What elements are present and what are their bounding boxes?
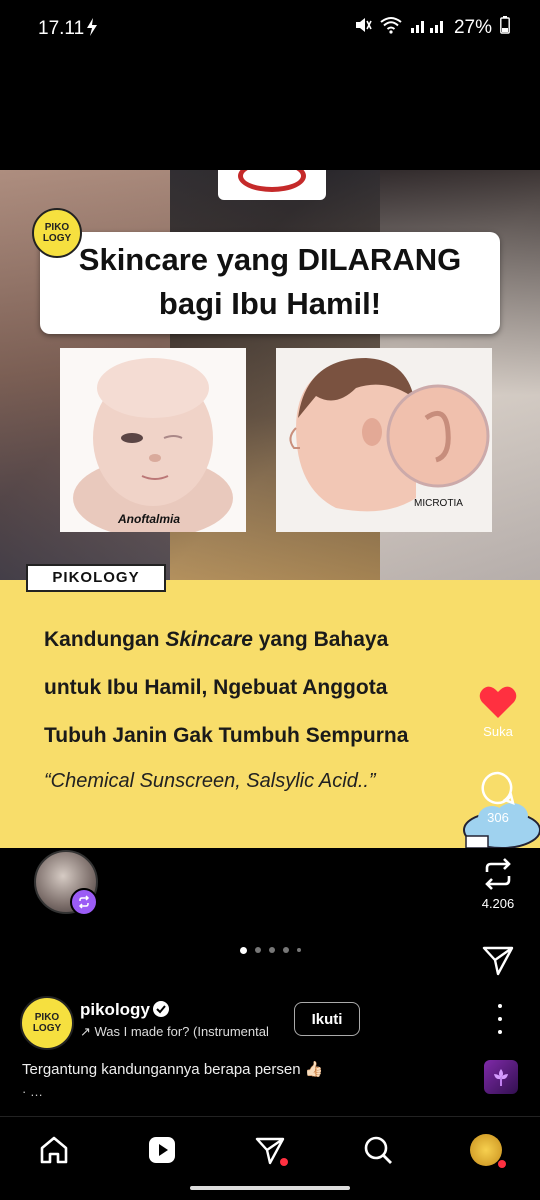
battery-percent: 27% <box>453 17 492 38</box>
image-headline-line2: bagi Ibu Hamil! <box>158 286 382 321</box>
nav-profile[interactable] <box>466 1130 506 1170</box>
mute-icon <box>354 16 372 40</box>
like-action[interactable]: Suka <box>476 680 520 739</box>
nav-direct[interactable] <box>250 1130 290 1170</box>
nav-home[interactable] <box>34 1130 74 1170</box>
title-line-2: untuk Ibu Hamil, Ngebuat Anggota <box>44 676 388 699</box>
more-options-icon[interactable] <box>486 1004 514 1034</box>
baby-face-illustration <box>60 348 246 532</box>
title-line-3: Tubuh Janin Gak Tumbuh Sempurna <box>44 724 409 747</box>
author-avatar[interactable]: PIKO LOGY <box>20 996 74 1050</box>
reels-icon <box>149 1137 175 1163</box>
nav-search[interactable] <box>358 1130 398 1170</box>
carousel-dot <box>282 947 289 953</box>
follow-button[interactable]: Ikuti <box>294 1002 360 1036</box>
title-line-1: Kandungan Skincare yang Bahaya <box>44 628 388 652</box>
status-icons: 27% <box>354 16 510 40</box>
post-caption[interactable]: Tergantung kandungannya berapa persen 👍🏻 <box>22 1060 323 1078</box>
nav-divider <box>0 1116 540 1117</box>
repost-badge-icon <box>70 888 98 916</box>
title-line-1-part-c: yang Bahaya <box>252 628 389 651</box>
gesture-home-bar[interactable] <box>190 1186 350 1190</box>
carousel-dot <box>268 947 275 953</box>
title-line-1-part-a: Kandungan <box>44 628 166 651</box>
title-quote: “Chemical Sunscreen, Salsylic Acid..” <box>44 770 376 792</box>
repost-action[interactable]: 4.206 <box>476 852 520 911</box>
battery-icon <box>500 16 510 40</box>
home-icon <box>40 1136 68 1164</box>
comment-icon[interactable] <box>476 766 520 810</box>
like-label: Suka <box>483 724 513 739</box>
prohibited-sign <box>218 170 326 200</box>
author-username[interactable]: pikology <box>80 1000 150 1020</box>
notification-dot <box>280 1158 288 1166</box>
carousel-dot <box>296 948 301 952</box>
profile-avatar <box>470 1134 502 1166</box>
bottom-navigation <box>0 1120 540 1180</box>
carousel-dot <box>239 946 247 954</box>
comment-count: 306 <box>487 810 509 825</box>
pic2-caption: MICROTIA <box>414 498 463 509</box>
charging-icon <box>86 18 98 42</box>
verified-badge-icon <box>152 1000 170 1018</box>
post-text-panel: Kandungan Skincare yang Bahaya untuk Ibu… <box>0 580 540 848</box>
repost-count: 4.206 <box>481 896 515 911</box>
carousel-indicator <box>0 942 540 958</box>
pic1-caption: Anoftalmia <box>118 512 181 526</box>
image-headline: Skincare yang DILARANG bagi Ibu Hamil! <box>40 232 500 334</box>
image-headline-line1: Skincare yang DILARANG <box>78 242 462 277</box>
nav-reels[interactable] <box>142 1130 182 1170</box>
heart-icon[interactable] <box>476 680 520 724</box>
music-thumbnail[interactable] <box>484 1060 518 1094</box>
repost-icon[interactable] <box>476 852 520 896</box>
anoftalmia-image: Anoftalmia <box>60 348 246 532</box>
audio-track[interactable]: ↗ Was I made for? (Instrumental <box>80 1024 280 1040</box>
caption-more[interactable]: · … <box>22 1084 43 1099</box>
pikology-brand-bar: PIKOLOGY <box>26 564 166 592</box>
flower-icon <box>494 1069 508 1086</box>
notification-dot <box>498 1160 506 1168</box>
post-media[interactable]: Skincare yang DILARANG bagi Ibu Hamil! P… <box>0 170 540 848</box>
title-line-1-part-b: Skincare <box>165 628 253 651</box>
comment-action[interactable]: 306 <box>476 766 520 825</box>
status-time: 17.11 <box>38 18 85 39</box>
signal-icon <box>410 16 446 40</box>
carousel-dot <box>254 947 261 953</box>
wifi-icon <box>380 16 402 40</box>
search-icon <box>364 1136 392 1164</box>
microtia-image: MICROTIA <box>276 348 492 532</box>
status-bar: 17.11 27% <box>0 0 540 60</box>
pikology-logo: PIKO LOGY <box>32 208 82 258</box>
